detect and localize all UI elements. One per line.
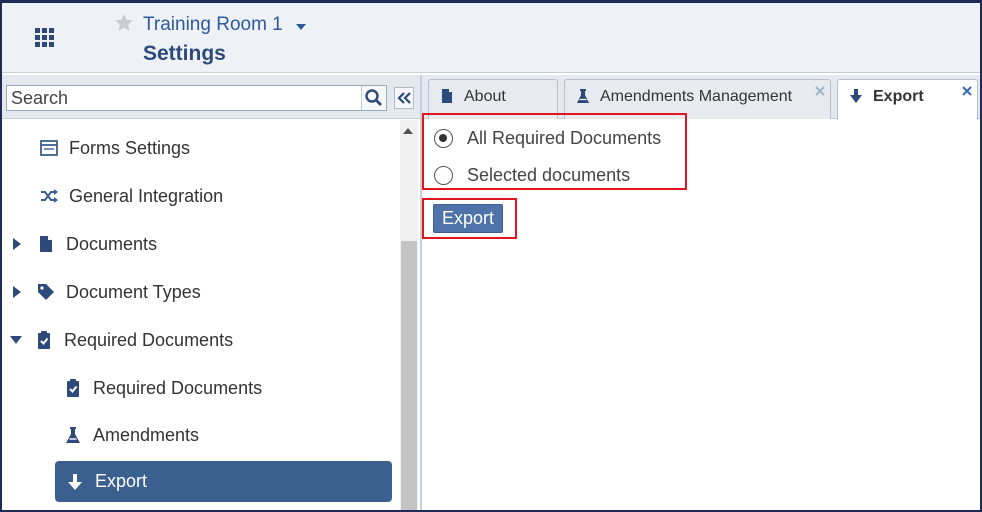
sidebar-item-export[interactable]: Export xyxy=(55,461,392,502)
collapse-sidebar-button[interactable] xyxy=(394,87,414,109)
flask-icon xyxy=(577,89,589,103)
tab-label: Export xyxy=(873,88,924,105)
sidebar-item-label: Amendments xyxy=(93,424,200,445)
app-header: Training Room 1 Settings xyxy=(2,3,980,73)
scroll-up-icon[interactable] xyxy=(402,126,414,136)
radio-button-checked[interactable] xyxy=(434,128,453,148)
caret-down-icon[interactable] xyxy=(296,23,306,31)
clipboard-check-icon xyxy=(38,331,50,349)
page-title: Settings xyxy=(143,42,226,65)
sidebar-item-general-integration[interactable]: General Integration xyxy=(39,176,223,216)
caret-down-icon[interactable] xyxy=(10,334,22,346)
document-icon xyxy=(40,236,52,252)
sidebar-item-label: Export xyxy=(95,471,148,491)
sidebar-item-documents[interactable]: Documents xyxy=(12,224,157,264)
sidebar-item-required-documents[interactable]: Required Documents xyxy=(10,320,233,360)
sidebar-nav: Forms Settings General Integration Docum… xyxy=(2,120,422,510)
export-button[interactable]: Export xyxy=(433,204,503,233)
double-chevron-left-icon xyxy=(397,92,411,104)
flask-icon xyxy=(66,427,80,443)
tab-bar: About Amendments Management Export xyxy=(422,75,980,120)
sidebar-item-label: General Integration xyxy=(69,185,224,206)
tab-label: Amendments Management xyxy=(600,88,793,105)
arrow-down-icon xyxy=(68,473,82,490)
sidebar-item-document-types[interactable]: Document Types xyxy=(12,272,201,312)
sidebar-item-forms-settings[interactable]: Forms Settings xyxy=(39,128,190,168)
room-selector[interactable]: Training Room 1 xyxy=(143,14,283,36)
option-label: All Required Documents xyxy=(467,127,662,148)
tab-export[interactable]: Export xyxy=(837,79,978,120)
sidebar-item-amendments[interactable]: Amendments xyxy=(63,415,199,455)
option-label: Selected documents xyxy=(467,164,631,185)
tab-amendments-management[interactable]: Amendments Management xyxy=(564,79,831,119)
sidebar-item-required-documents-child[interactable]: Required Documents xyxy=(63,368,262,408)
search-icon xyxy=(365,89,382,106)
option-all-required-documents[interactable]: All Required Documents xyxy=(434,125,661,151)
star-icon[interactable] xyxy=(114,13,134,33)
sidebar-item-label: Forms Settings xyxy=(69,137,191,158)
sidebar-item-label: Required Documents xyxy=(93,377,263,398)
clipboard-check-icon xyxy=(67,379,79,397)
tab-about[interactable]: About xyxy=(428,79,558,119)
search-button[interactable] xyxy=(361,86,385,110)
form-icon xyxy=(40,140,58,156)
option-selected-documents[interactable]: Selected documents xyxy=(434,162,630,188)
caret-right-icon[interactable] xyxy=(12,286,22,298)
arrow-down-icon xyxy=(850,89,862,103)
shuffle-icon xyxy=(41,189,58,203)
tag-icon xyxy=(38,284,54,300)
radio-button[interactable] xyxy=(434,165,453,185)
sidebar-search-bar xyxy=(2,75,422,119)
sidebar-item-label: Documents xyxy=(66,233,158,254)
sidebar-item-label: Required Documents xyxy=(64,329,234,350)
tab-label: About xyxy=(464,88,506,105)
close-icon[interactable] xyxy=(962,86,972,96)
caret-right-icon[interactable] xyxy=(12,238,22,250)
app-grid-icon[interactable] xyxy=(32,25,56,49)
sidebar-item-label: Document Types xyxy=(66,281,201,302)
app-window: Training Room 1 Settings Search Forms Se… xyxy=(0,0,982,512)
search-input[interactable] xyxy=(6,85,387,111)
document-icon xyxy=(442,89,452,103)
scrollbar-thumb[interactable] xyxy=(401,241,417,510)
close-icon[interactable] xyxy=(815,86,825,96)
